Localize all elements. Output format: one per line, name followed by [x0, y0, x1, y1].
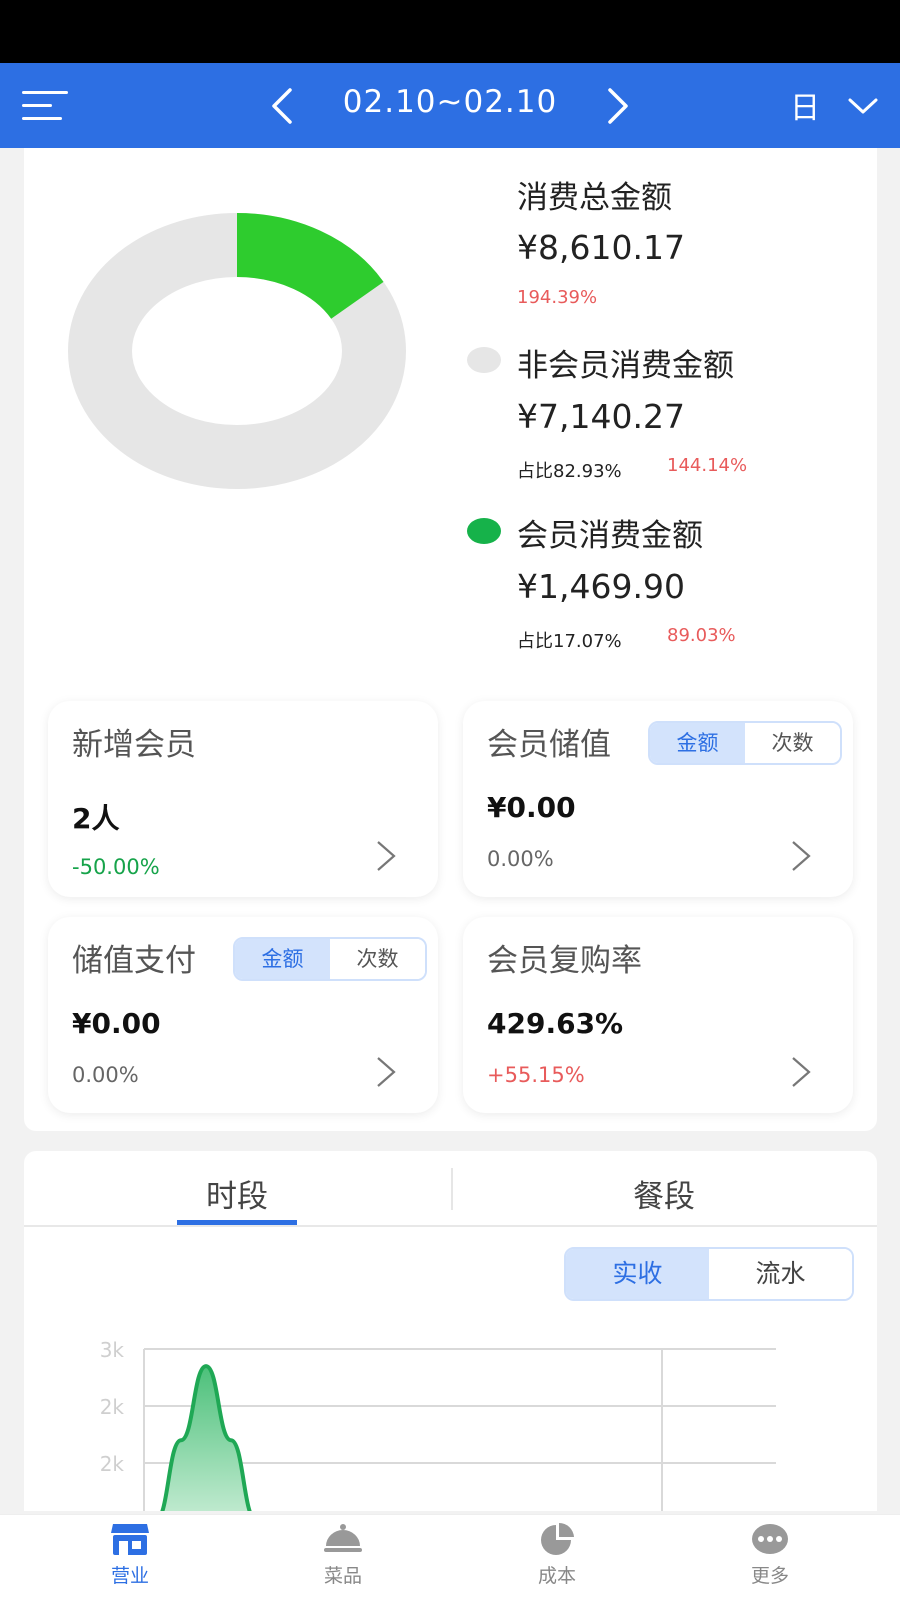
repurchase-rate-tile[interactable]: 会员复购率 429.63% +55.15%	[463, 917, 853, 1113]
chevron-left-icon[interactable]	[260, 81, 310, 131]
deposit-payment-value: ¥0.00	[72, 1007, 161, 1040]
donut-slice-member	[236, 213, 384, 320]
total-consumption-change: 194.39%	[517, 287, 598, 308]
toggle-count[interactable]: 次数	[745, 723, 840, 763]
new-members-tile[interactable]: 新增会员 2人 -50.00%	[48, 701, 438, 897]
store-icon	[111, 1524, 149, 1555]
repurchase-rate-change: +55.15%	[487, 1063, 585, 1087]
nav-item-cost[interactable]: 成本	[497, 1521, 617, 1588]
deposit-payment-toggle: 金额 次数	[233, 937, 427, 981]
nav-item-more[interactable]: 更多	[710, 1521, 830, 1588]
member-change: 89.03%	[667, 625, 736, 646]
nav-item-business[interactable]: 营业	[70, 1521, 190, 1588]
nav-label: 成本	[537, 1565, 576, 1587]
toggle-amount[interactable]: 金额	[235, 939, 330, 979]
chevron-right-icon[interactable]	[789, 839, 813, 873]
nav-label: 营业	[110, 1565, 149, 1587]
pie-chart-icon	[541, 1523, 574, 1555]
toggle-count[interactable]: 次数	[330, 939, 425, 979]
deposit-payment-change: 0.00%	[72, 1063, 139, 1087]
member-deposit-title: 会员储值	[487, 727, 611, 763]
bottom-nav: 营业 菜品 成本 更多	[0, 1514, 900, 1601]
member-amount: ¥1,469.90	[517, 567, 685, 606]
chevron-right-icon[interactable]	[374, 1055, 398, 1089]
non-member-title: 非会员消费金额	[517, 348, 734, 384]
consumption-donut-chart	[68, 213, 406, 489]
menu-icon[interactable]	[22, 89, 72, 123]
period-selector[interactable]: 日	[790, 83, 820, 127]
time-period-area-chart: 3k 2k 2k 1k	[100, 1338, 776, 1511]
top-bar: 02.10~02.10 日	[0, 63, 900, 148]
chevron-right-icon[interactable]	[789, 1055, 813, 1089]
member-title: 会员消费金额	[517, 518, 703, 554]
nav-item-dishes[interactable]: 菜品	[283, 1521, 403, 1588]
member-deposit-tile[interactable]: 会员储值 金额 次数 ¥0.00 0.00%	[463, 701, 853, 897]
deposit-payment-title: 储值支付	[72, 943, 196, 979]
new-members-title: 新增会员	[72, 727, 196, 763]
y-tick-label: 1k	[100, 1509, 125, 1511]
total-consumption-title: 消费总金额	[517, 180, 672, 216]
y-tick-label: 2k	[100, 1452, 125, 1476]
status-bar	[0, 0, 900, 63]
chevron-right-icon[interactable]	[592, 81, 642, 131]
member-legend-dot	[467, 518, 501, 544]
member-deposit-value: ¥0.00	[487, 791, 576, 824]
total-consumption-amount: ¥8,610.17	[517, 228, 685, 267]
member-share: 占比17.07%	[517, 631, 622, 652]
toggle-amount[interactable]: 金额	[650, 723, 745, 763]
nav-label: 菜品	[323, 1565, 362, 1587]
non-member-amount: ¥7,140.27	[517, 397, 685, 436]
member-deposit-change: 0.00%	[487, 847, 554, 871]
dish-cloche-icon	[324, 1524, 362, 1552]
y-tick-label: 2k	[100, 1395, 125, 1419]
new-members-value: 2人	[72, 802, 120, 835]
y-tick-label: 3k	[100, 1338, 125, 1362]
member-deposit-toggle: 金额 次数	[648, 721, 842, 765]
chevron-down-icon[interactable]	[846, 91, 880, 121]
repurchase-rate-value: 429.63%	[487, 1007, 624, 1040]
non-member-legend-dot	[467, 347, 501, 373]
repurchase-rate-title: 会员复购率	[487, 943, 642, 979]
area-fill	[162, 1366, 250, 1511]
chevron-right-icon[interactable]	[374, 839, 398, 873]
non-member-share: 占比82.93%	[517, 461, 622, 482]
deposit-payment-tile[interactable]: 储值支付 金额 次数 ¥0.00 0.00%	[48, 917, 438, 1113]
date-range[interactable]: 02.10~02.10	[330, 84, 570, 120]
nav-label: 更多	[750, 1565, 789, 1587]
analysis-card: 时段 餐段 实收 流水 3k2k2k1k	[24, 1151, 877, 1511]
non-member-change: 144.14%	[667, 455, 748, 476]
new-members-change: -50.00%	[72, 855, 160, 879]
more-dots-icon	[752, 1524, 788, 1554]
